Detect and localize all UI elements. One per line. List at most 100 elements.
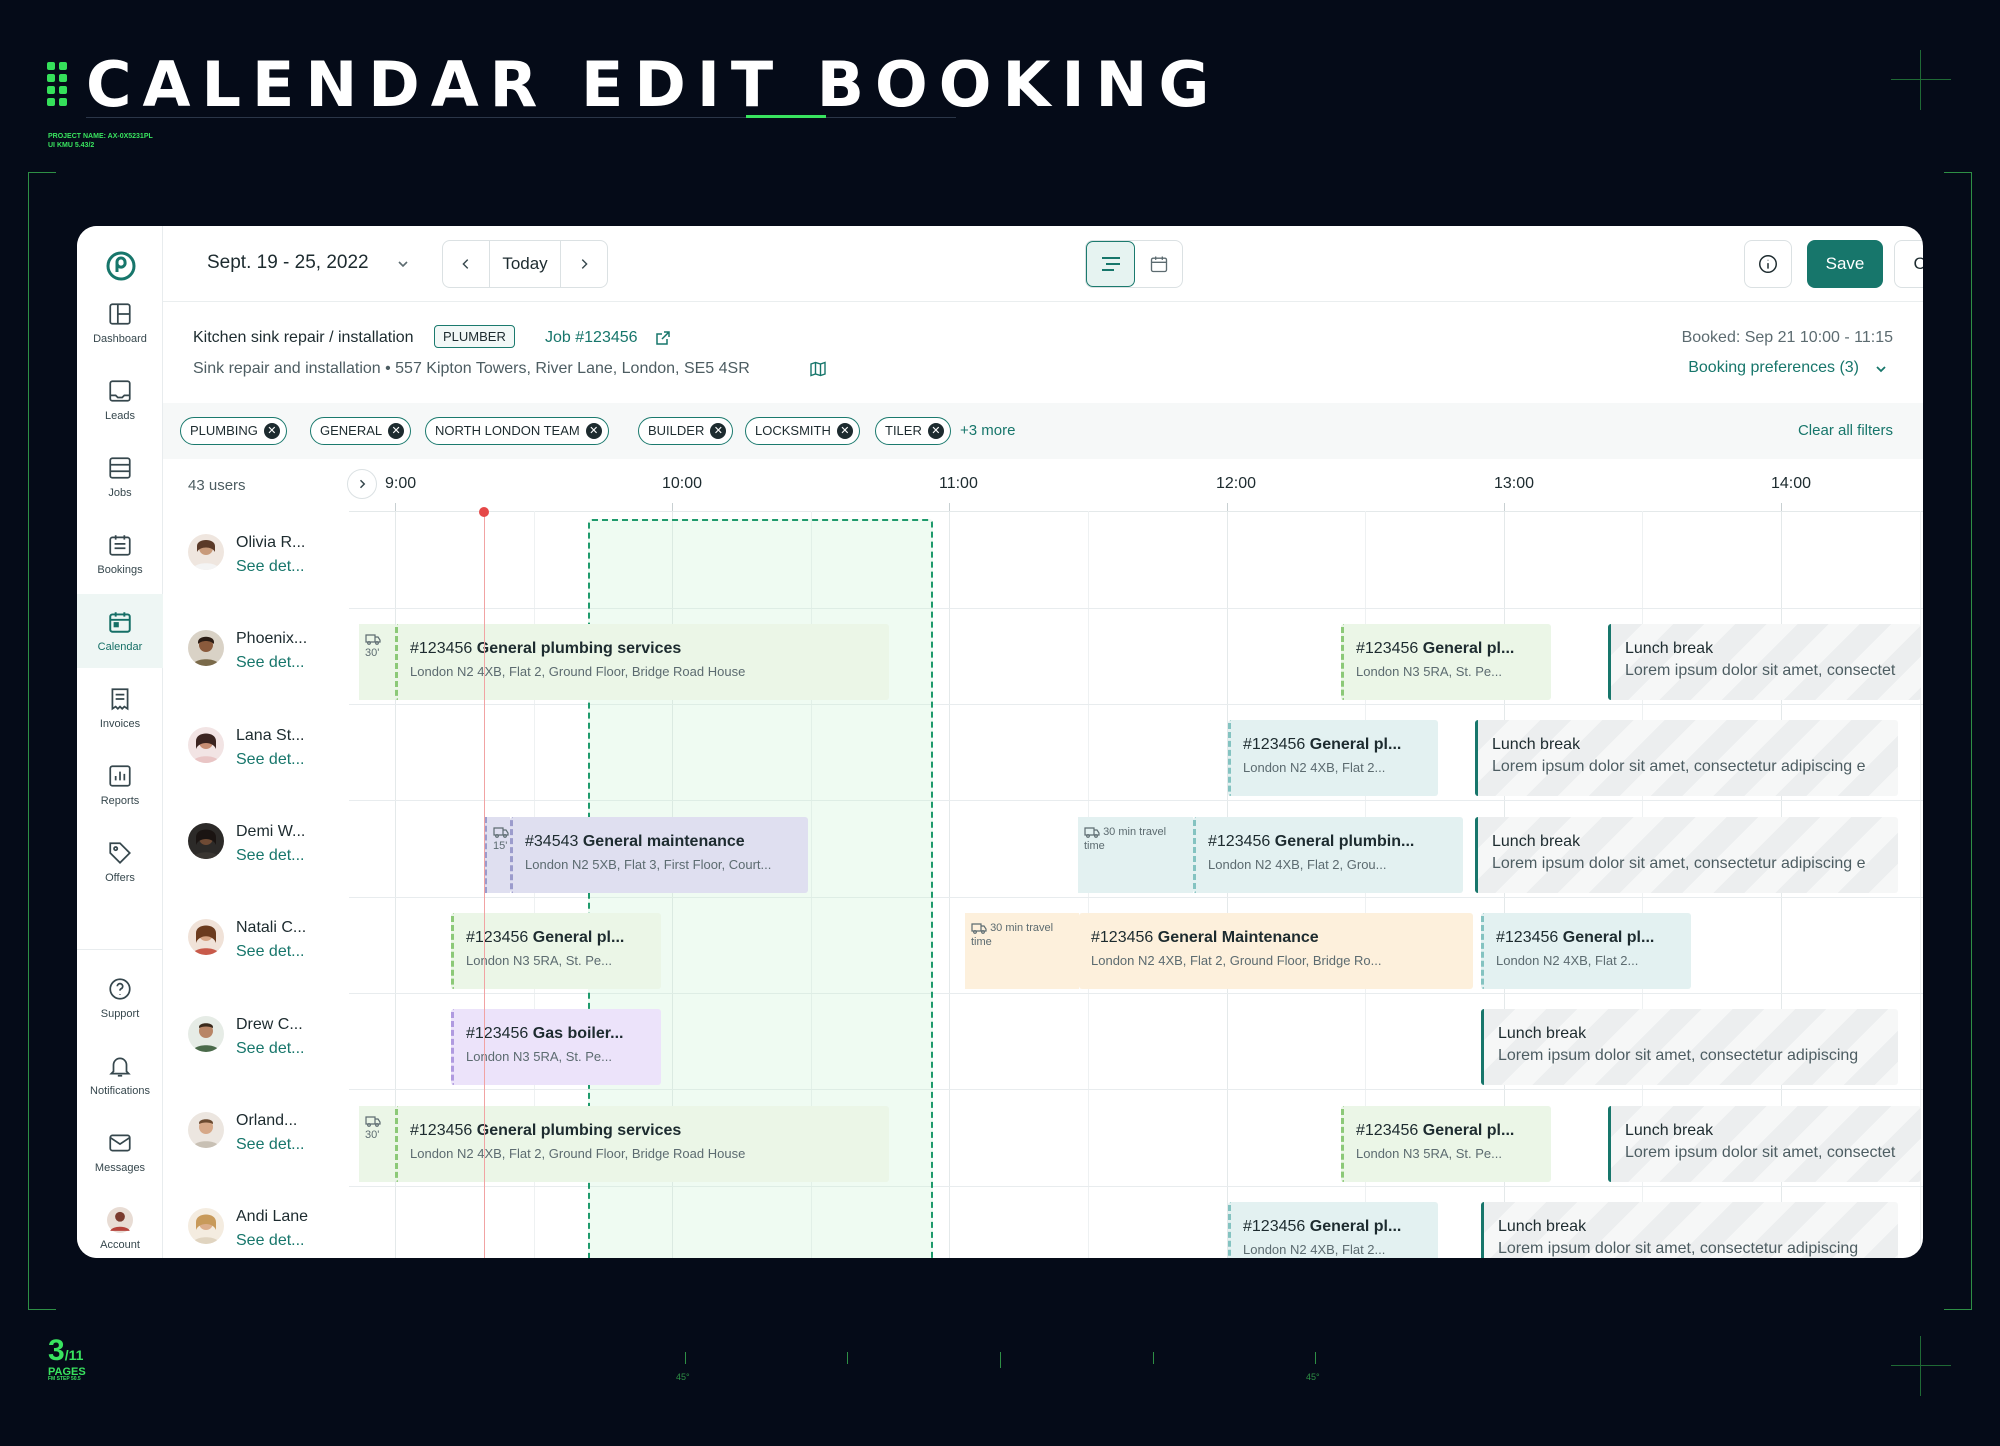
chevron-down-icon[interactable] [1873,361,1889,377]
close-icon[interactable]: ✕ [388,423,405,439]
booking-block[interactable]: #123456 General pl... London N2 4XB, Flat… [1481,913,1691,989]
reports-icon [109,765,131,787]
today-button[interactable]: Today [489,241,561,287]
close-icon[interactable]: ✕ [836,423,853,439]
user-row[interactable]: Lana St... See det... [188,715,348,775]
booking-title: #123456 General pl... [1243,736,1402,753]
sidebar-item-invoices[interactable]: Invoices [77,671,163,745]
booking-address: London N3 5RA, St. Pe... [466,953,612,968]
filter-chip-locksmith[interactable]: LOCKSMITH ✕ [745,417,860,445]
booking-block[interactable]: #34543 General maintenance London N2 5XB,… [510,817,808,893]
sidebar-item-account[interactable]: Account [77,1192,163,1258]
booking-block[interactable]: #123456 General pl... London N3 5RA, St. … [451,913,661,989]
chevron-down-icon[interactable] [395,256,411,272]
lunch-break-block[interactable]: Lunch break Lorem ipsum dolor sit amet, c… [1475,720,1898,796]
user-row[interactable]: Drew C... See det... [188,1004,348,1064]
hour-tick [1504,503,1505,511]
previous-week-button[interactable] [443,241,489,287]
hour-tick [395,503,396,511]
see-details-link[interactable]: See det... [236,943,305,961]
filter-chip-tiler[interactable]: TILER ✕ [875,417,951,445]
save-button[interactable]: Save [1807,240,1883,288]
expand-users-button[interactable] [347,469,377,499]
avatar [188,1208,224,1244]
user-row[interactable]: Phoenix... See det... [188,618,348,678]
filter-chip-plumbing[interactable]: PLUMBING ✕ [180,417,287,445]
travel-text: time [971,936,992,948]
sidebar-item-messages[interactable]: Messages [77,1115,163,1189]
sidebar-item-leads[interactable]: Leads [77,363,163,437]
sidebar-item-reports[interactable]: Reports [77,748,163,822]
user-row[interactable]: Andi Lane See det... [188,1196,348,1256]
sidebar-item-bookings[interactable]: Bookings [77,517,163,591]
user-row[interactable]: Natali C... See det... [188,907,348,967]
lunch-break-block[interactable]: Lunch break Lorem ipsum dolor sit amet, c… [1475,817,1898,893]
user-name: Andi Lane [236,1208,309,1225]
close-icon[interactable]: ✕ [927,423,944,439]
close-icon[interactable]: ✕ [710,423,727,439]
booking-block[interactable]: #123456 General pl... London N3 5RA, St. … [1341,624,1551,700]
van-icon [493,827,509,838]
see-details-link[interactable]: See det... [236,751,305,769]
row-divider [349,1186,1923,1187]
date-range-picker[interactable]: Sept. 19 - 25, 2022 [207,252,369,274]
user-row[interactable]: Demi W... See det... [188,811,348,871]
row-divider [349,800,1923,801]
booking-address: London N2 5XB, Flat 3, First Floor, Cour… [525,857,772,872]
sidebar-item-notifications[interactable]: Notifications [77,1038,163,1112]
more-filters-link[interactable]: +3 more [960,422,1015,439]
user-row[interactable]: Orland... See det... [188,1100,348,1160]
see-details-link[interactable]: See det... [236,1040,305,1058]
current-time-line [484,511,485,1258]
ruler-tick [1153,1352,1154,1364]
sidebar-item-offers[interactable]: Offers [77,825,163,899]
close-icon[interactable]: ✕ [263,423,280,439]
sidebar-item-label: Invoices [99,718,141,730]
filter-chip-general[interactable]: GENERAL ✕ [310,417,412,445]
see-details-link[interactable]: See det... [236,558,305,576]
hour-label: 13:00 [1494,475,1535,492]
external-link-icon[interactable] [655,330,671,346]
sidebar-item-dashboard[interactable]: Dashboard [77,286,163,360]
see-details-link[interactable]: See det... [236,1136,305,1154]
lunch-break-block[interactable]: Lunch break Lorem ipsum dolor sit amet, c… [1608,1106,1921,1182]
booking-block[interactable]: #123456 General plumbing services London … [395,624,889,700]
title-underline-accent [746,115,826,118]
booking-block[interactable]: #123456 General pl... London N2 4XB, Flat… [1228,1202,1438,1258]
user-row[interactable]: Olivia R... See det... [188,522,348,582]
lunch-break-block[interactable]: Lunch break Lorem ipsum dolor sit amet, c… [1481,1202,1898,1258]
hour-label: 11:00 [939,475,978,492]
see-details-link[interactable]: See det... [236,1232,305,1250]
booking-block[interactable]: #123456 General pl... London N2 4XB, Flat… [1228,720,1438,796]
sidebar-item-label: Messages [94,1162,146,1174]
info-button[interactable] [1744,240,1792,288]
calendar-view-button[interactable] [1135,241,1182,287]
clear-filters-link[interactable]: Clear all filters [1798,422,1893,439]
avatar [188,630,224,666]
next-week-button[interactable] [561,241,607,287]
timeline-view-button[interactable] [1086,241,1135,287]
booking-block[interactable]: #123456 General pl... London N3 5RA, St. … [1341,1106,1551,1182]
cancel-button[interactable]: Cancel [1894,240,1923,288]
filter-chip-builder[interactable]: BUILDER ✕ [638,417,734,445]
app-logo-icon[interactable] [105,250,137,282]
booking-block[interactable]: #123456 General plumbin... London N2 4XB,… [1193,817,1463,893]
see-details-link[interactable]: See det... [236,847,305,865]
sidebar-item-jobs[interactable]: Jobs [77,440,163,514]
map-icon[interactable] [810,361,826,377]
sidebar-item-calendar[interactable]: Calendar [77,594,163,668]
job-link[interactable]: Job #123456 [545,329,638,347]
booking-title: #34543 General maintenance [525,833,745,850]
see-details-link[interactable]: See det... [236,654,305,672]
lunch-break-block[interactable]: Lunch break Lorem ipsum dolor sit amet, c… [1481,1009,1898,1085]
booking-block[interactable]: #123456 General Maintenance London N2 4XB… [1079,913,1473,989]
lunch-break-block[interactable]: Lunch break Lorem ipsum dolor sit amet, c… [1608,624,1921,700]
booking-block[interactable]: #123456 Gas boiler... London N3 5RA, St. … [451,1009,661,1085]
close-icon[interactable]: ✕ [585,423,602,439]
filter-chip-label: TILER [885,423,922,438]
van-icon [1084,827,1100,838]
sidebar-item-support[interactable]: Support [77,961,163,1035]
booking-preferences-link[interactable]: Booking preferences (3) [1688,359,1859,377]
booking-block[interactable]: #123456 General plumbing services London … [395,1106,889,1182]
filter-chip-north-london-team[interactable]: NORTH LONDON TEAM ✕ [425,417,609,445]
